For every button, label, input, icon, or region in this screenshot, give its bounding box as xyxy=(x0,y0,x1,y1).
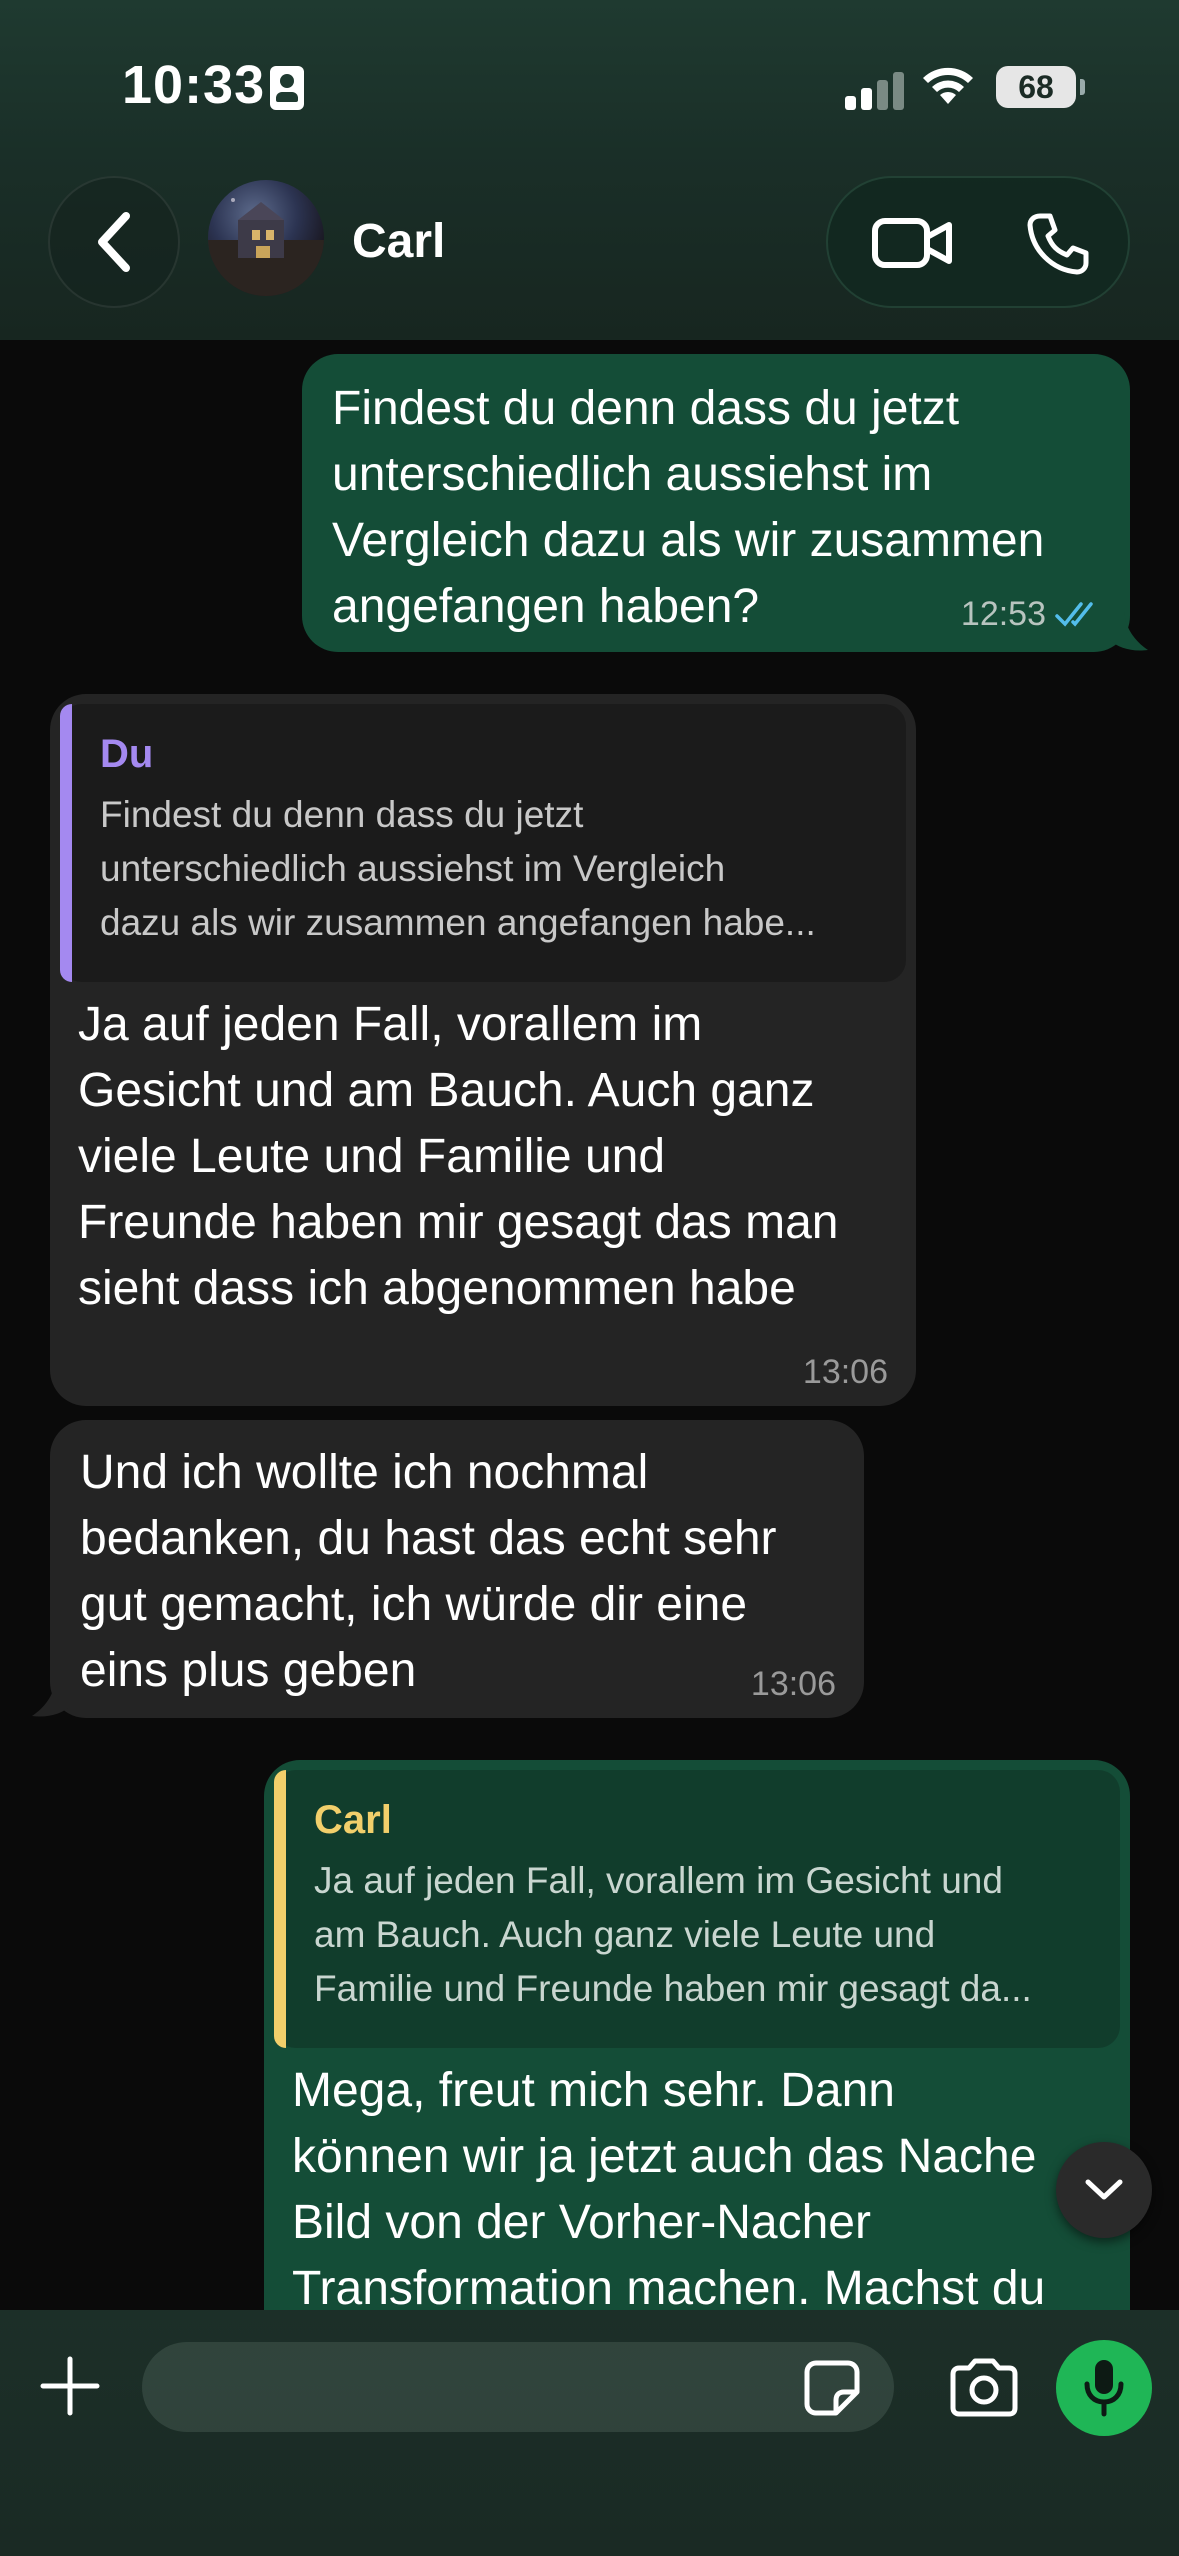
video-call-button[interactable] xyxy=(868,208,958,278)
phone-icon xyxy=(1027,213,1089,275)
message-meta: 12:53 xyxy=(961,595,1104,634)
voice-message-button[interactable] xyxy=(1056,2340,1152,2436)
quote-author: Du xyxy=(100,732,154,776)
message-input[interactable] xyxy=(142,2342,894,2432)
message-meta: 13:06 xyxy=(751,1665,836,1704)
composer-bar xyxy=(0,2310,1179,2556)
quote-accent-bar xyxy=(60,704,72,982)
quote-text: Ja auf jeden Fall, vorallem im Gesicht u… xyxy=(314,1860,1032,2009)
contact-avatar[interactable] xyxy=(208,180,324,296)
message-text: Und ich wollte ich nochmal bedanken, du … xyxy=(80,1446,777,1697)
message-bubble-incoming[interactable]: Und ich wollte ich nochmal bedanken, du … xyxy=(50,1420,864,1718)
chevron-down-icon xyxy=(1085,2179,1123,2200)
quoted-message[interactable]: Du Findest du denn dass du jetzt untersc… xyxy=(60,704,906,982)
message-time: 13:06 xyxy=(802,1353,888,1391)
quoted-message[interactable]: Carl Ja auf jeden Fall, vorallem im Gesi… xyxy=(274,1770,1120,2048)
message-text: Mega, freut mich sehr. Dann können wir j… xyxy=(292,2064,1046,2310)
plus-icon xyxy=(40,2356,100,2416)
camera-button[interactable] xyxy=(944,2352,1024,2424)
sticker-icon xyxy=(804,2360,860,2416)
contact-card-icon xyxy=(270,66,304,110)
battery-indicator: 68 xyxy=(996,66,1085,108)
cellular-signal-icon xyxy=(845,70,905,110)
status-time: 10:33 xyxy=(122,55,266,115)
bubble-tail xyxy=(32,1678,70,1717)
message-list[interactable]: Findest du denn dass du jetzt unterschie… xyxy=(0,340,1179,2310)
bubble-tail xyxy=(1110,612,1148,651)
back-button[interactable] xyxy=(48,176,180,308)
call-actions xyxy=(826,176,1130,308)
chat-header: 10:33 68 Carl xyxy=(0,0,1179,340)
avatar-photo xyxy=(208,198,324,296)
message-time: 12:53 xyxy=(960,595,1046,633)
message-bubble-incoming[interactable]: Du Findest du denn dass du jetzt untersc… xyxy=(50,694,916,1406)
camera-icon xyxy=(950,2358,1018,2417)
scroll-to-bottom-button[interactable] xyxy=(1056,2142,1152,2238)
contact-name[interactable]: Carl xyxy=(352,214,445,269)
message-bubble-outgoing[interactable]: Findest du denn dass du jetzt unterschie… xyxy=(302,354,1130,652)
voice-call-button[interactable] xyxy=(1018,206,1098,282)
sticker-button[interactable] xyxy=(800,2356,864,2420)
quote-text: Findest du denn dass du jetzt unterschie… xyxy=(100,794,816,943)
message-bubble-outgoing[interactable]: Carl Ja auf jeden Fall, vorallem im Gesi… xyxy=(264,1760,1130,2310)
wifi-icon xyxy=(923,67,973,104)
message-time: 13:06 xyxy=(750,1665,836,1703)
video-camera-icon xyxy=(872,218,952,268)
quote-accent-bar xyxy=(274,1770,286,2048)
chevron-left-icon xyxy=(98,212,130,272)
quote-author: Carl xyxy=(314,1798,392,1842)
read-receipt-icon xyxy=(1055,601,1093,627)
attach-button[interactable] xyxy=(34,2350,106,2422)
message-text: Ja auf jeden Fall, vorallem im Gesicht u… xyxy=(78,998,839,1315)
microphone-icon xyxy=(1084,2360,1124,2417)
message-meta: 13:06 xyxy=(803,1353,888,1392)
